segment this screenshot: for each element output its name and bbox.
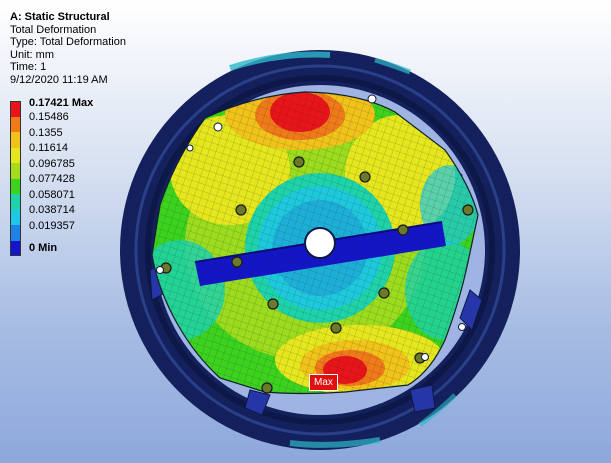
legend-value: 0.1355	[29, 126, 63, 139]
legend-entry: 0.019357	[10, 220, 93, 241]
legend-color-swatch	[10, 101, 21, 117]
legend-value: 0.058071	[29, 188, 75, 201]
max-probe-label[interactable]: Max	[309, 374, 338, 391]
legend-color-swatch	[10, 209, 21, 225]
legend-color-swatch	[10, 225, 21, 241]
legend-value: 0.11614	[29, 142, 68, 155]
result-info: A: Static Structural Total Deformation T…	[10, 11, 126, 87]
result-name: Total Deformation	[10, 23, 97, 36]
legend-value: 0 Min	[29, 242, 58, 255]
analysis-title: A: Static Structural	[10, 11, 110, 23]
result-type: Type: Total Deformation	[10, 36, 126, 49]
legend-value: 0.15486	[29, 111, 69, 124]
legend-color-swatch	[10, 194, 21, 210]
legend-value: 0.096785	[29, 157, 75, 170]
result-unit: Unit: mm	[10, 48, 54, 61]
legend-value: 0.038714	[29, 204, 75, 217]
legend-value: 0.077428	[29, 173, 75, 186]
legend-color-swatch	[10, 240, 21, 256]
graphics-viewport[interactable]: A: Static Structural Total Deformation T…	[0, 0, 611, 463]
legend-value: 0.17421 Max	[29, 96, 94, 109]
center-bore	[304, 227, 336, 259]
legend-color-swatch	[10, 116, 21, 132]
legend-color-swatch	[10, 178, 21, 194]
legend-color-swatch	[10, 147, 21, 163]
contour-legend[interactable]: 0.17421 Max 0.15486 0.1355 0.11614 0.096785 0…	[10, 97, 93, 256]
legend-color-swatch	[10, 163, 21, 179]
result-date: 9/12/2020 11:19 AM	[10, 73, 108, 86]
legend-entry: 0 Min	[10, 240, 93, 256]
legend-value: 0.019357	[29, 219, 75, 232]
legend-color-swatch	[10, 132, 21, 148]
result-time: Time: 1	[10, 61, 47, 74]
